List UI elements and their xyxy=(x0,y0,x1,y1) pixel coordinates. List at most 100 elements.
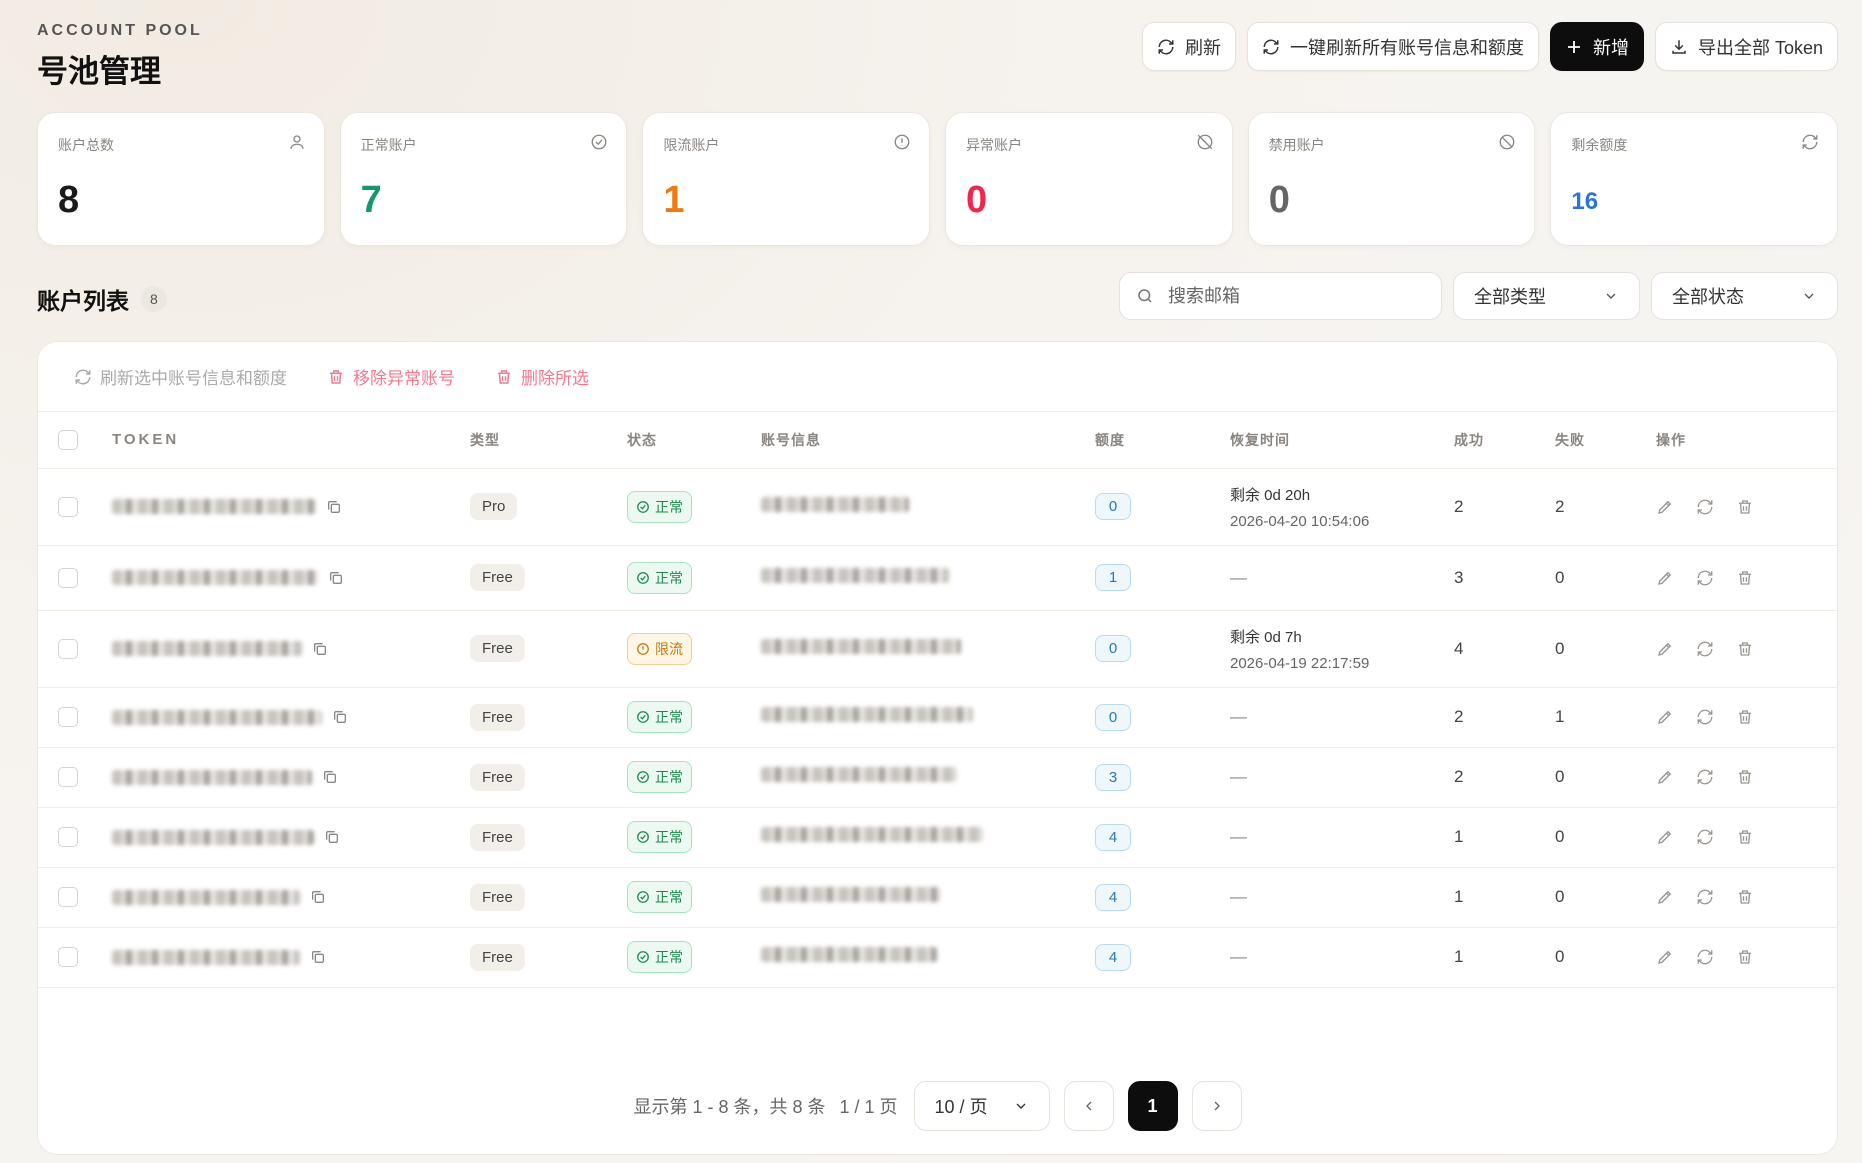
status-badge: 正常 xyxy=(627,881,692,913)
trash-icon[interactable] xyxy=(1736,948,1754,966)
type-filter-select[interactable]: 全部类型 xyxy=(1453,272,1640,320)
edit-icon[interactable] xyxy=(1656,948,1674,966)
stat-card: 正常账户 7 xyxy=(339,112,628,246)
trash-icon[interactable] xyxy=(1736,828,1754,846)
refresh-selected-button[interactable]: 刷新选中账号信息和额度 xyxy=(74,364,287,389)
refresh-button[interactable]: 刷新 xyxy=(1141,22,1236,71)
trash-icon xyxy=(495,368,513,386)
check-circle-icon xyxy=(636,830,650,844)
refresh-icon xyxy=(1801,133,1819,151)
recover-time: — xyxy=(1230,887,1247,906)
page-header: ACCOUNT POOL 号池管理 xyxy=(37,22,203,91)
fail-count: 0 xyxy=(1555,887,1565,906)
row-checkbox[interactable] xyxy=(58,638,78,659)
account-list-title: 账户列表 8 xyxy=(37,282,167,316)
row-checkbox[interactable] xyxy=(58,767,78,787)
account-info-redacted xyxy=(761,947,937,962)
delete-selected-button[interactable]: 删除所选 xyxy=(495,364,589,389)
status-label: 正常 xyxy=(655,829,683,845)
fail-count: 0 xyxy=(1555,947,1565,966)
type-tag: Pro xyxy=(470,493,518,520)
copy-icon[interactable] xyxy=(328,570,344,586)
trash-icon[interactable] xyxy=(1736,768,1754,786)
refresh-button-label: 刷新 xyxy=(1184,37,1221,58)
refresh-icon[interactable] xyxy=(1696,768,1714,786)
recover-time: — xyxy=(1230,567,1247,587)
chevron-down-icon xyxy=(1801,288,1817,304)
copy-icon[interactable] xyxy=(312,641,328,657)
refresh-icon[interactable] xyxy=(1696,888,1714,906)
stat-card: 账户总数 8 xyxy=(37,112,325,246)
status-filter-select[interactable]: 全部状态 xyxy=(1651,272,1838,320)
status-label: 正常 xyxy=(655,949,683,965)
row-checkbox[interactable] xyxy=(58,567,78,588)
refresh-selected-label: 刷新选中账号信息和额度 xyxy=(100,369,287,388)
stat-label: 正常账户 xyxy=(360,137,417,153)
search-email-input[interactable] xyxy=(1168,285,1408,307)
next-page-button[interactable] xyxy=(1191,1081,1242,1131)
edit-icon[interactable] xyxy=(1656,569,1674,587)
account-info-redacted xyxy=(761,638,961,654)
column-header-fail: 失败 xyxy=(1555,431,1585,448)
copy-icon[interactable] xyxy=(326,499,342,515)
edit-icon[interactable] xyxy=(1656,768,1674,786)
export-token-button[interactable]: 导出全部 Token xyxy=(1654,22,1838,71)
trash-icon[interactable] xyxy=(1736,498,1754,516)
header-toolbar: 刷新 一键刷新所有账号信息和额度 新增 导出全部 Token xyxy=(1141,22,1838,71)
stat-label: 禁用账户 xyxy=(1268,137,1325,153)
refresh-all-button[interactable]: 一键刷新所有账号信息和额度 xyxy=(1246,22,1539,71)
success-count: 2 xyxy=(1454,767,1464,786)
ban-icon xyxy=(1498,133,1516,151)
type-tag: Free xyxy=(470,635,525,662)
stat-label: 账户总数 xyxy=(58,137,114,153)
row-checkbox[interactable] xyxy=(58,887,78,907)
trash-icon[interactable] xyxy=(1736,569,1754,587)
edit-icon[interactable] xyxy=(1656,828,1674,846)
edit-icon[interactable] xyxy=(1656,708,1674,726)
stat-label: 限流账户 xyxy=(663,137,720,153)
chevron-right-icon xyxy=(1209,1098,1225,1114)
copy-icon[interactable] xyxy=(322,769,338,785)
account-list-title-text: 账户列表 xyxy=(37,288,129,314)
copy-icon[interactable] xyxy=(332,709,348,725)
refresh-icon[interactable] xyxy=(1696,828,1714,846)
account-table: TOKEN 类型 状态 账号信息 额度 恢复时间 成功 失败 操作 Pro 正常 0… xyxy=(38,412,1837,988)
success-count: 1 xyxy=(1454,887,1464,906)
refresh-icon[interactable] xyxy=(1696,569,1714,587)
recover-time: — xyxy=(1230,827,1247,846)
refresh-icon[interactable] xyxy=(1696,708,1714,726)
quota-badge: 4 xyxy=(1095,823,1131,851)
status-label: 正常 xyxy=(655,498,683,515)
recover-time: — xyxy=(1230,947,1247,966)
edit-icon[interactable] xyxy=(1656,888,1674,906)
recover-datetime: 2026-04-19 22:17:59 xyxy=(1230,654,1370,672)
edit-icon[interactable] xyxy=(1656,498,1674,516)
refresh-icon[interactable] xyxy=(1696,948,1714,966)
success-count: 3 xyxy=(1454,567,1464,587)
ban-slash-icon xyxy=(1196,133,1214,151)
user-icon xyxy=(288,133,306,151)
refresh-icon[interactable] xyxy=(1696,498,1714,516)
refresh-icon[interactable] xyxy=(1696,640,1714,658)
row-checkbox[interactable] xyxy=(58,496,78,517)
remove-abnormal-button[interactable]: 移除异常账号 xyxy=(327,364,455,389)
copy-icon[interactable] xyxy=(310,949,326,965)
trash-icon[interactable] xyxy=(1736,888,1754,906)
quota-badge: 4 xyxy=(1095,943,1131,971)
page-number-button[interactable]: 1 xyxy=(1127,1081,1178,1131)
trash-icon[interactable] xyxy=(1736,640,1754,658)
select-all-checkbox[interactable] xyxy=(58,429,78,450)
row-checkbox[interactable] xyxy=(58,947,78,967)
page-size-select[interactable]: 10 / 页 xyxy=(913,1081,1050,1131)
copy-icon[interactable] xyxy=(310,889,326,905)
table-row: Free 正常 4 — 1 0 xyxy=(38,927,1837,987)
status-badge: 正常 xyxy=(627,761,692,793)
edit-icon[interactable] xyxy=(1656,640,1674,658)
row-checkbox[interactable] xyxy=(58,827,78,847)
token-value-redacted xyxy=(112,769,312,785)
trash-icon[interactable] xyxy=(1736,708,1754,726)
add-button[interactable]: 新增 xyxy=(1549,22,1644,71)
row-checkbox[interactable] xyxy=(58,707,78,727)
prev-page-button[interactable] xyxy=(1063,1081,1114,1131)
copy-icon[interactable] xyxy=(324,829,340,845)
